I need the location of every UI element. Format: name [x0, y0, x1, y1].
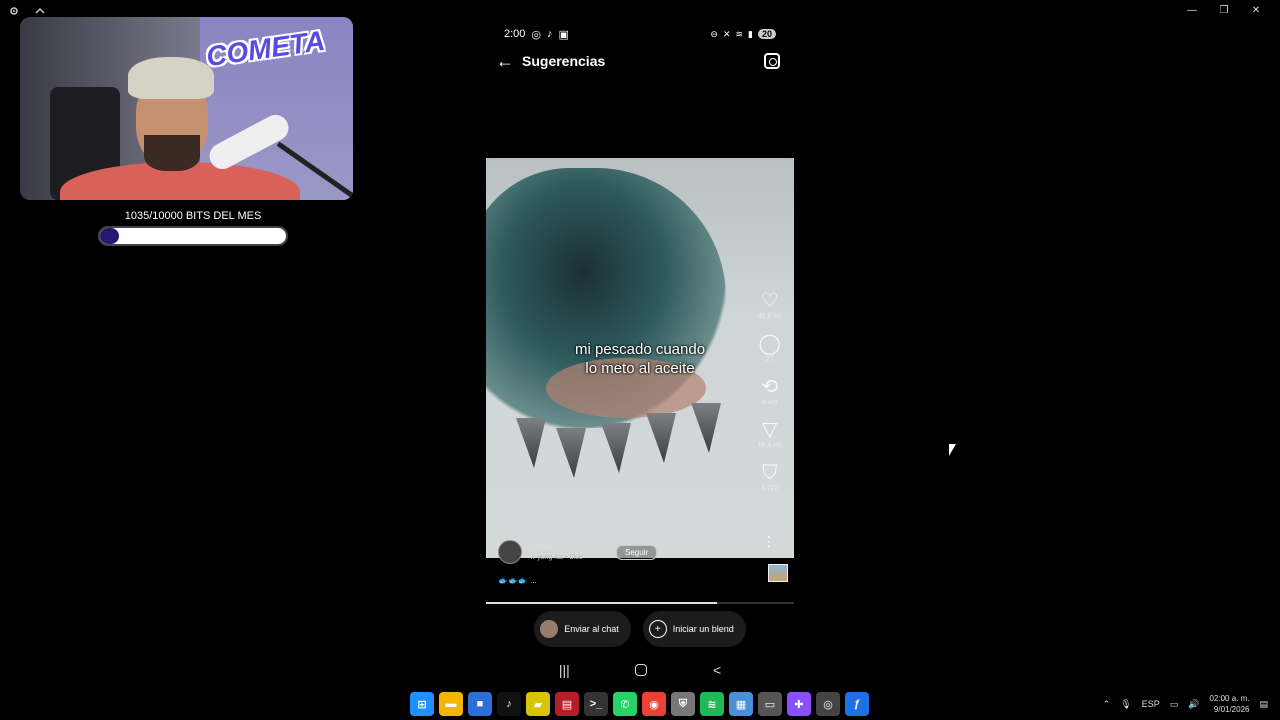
bits-goal-fill — [100, 228, 120, 244]
taskbar-scrcpy-icon[interactable]: ƒ — [845, 692, 869, 716]
taskbar-shield-icon[interactable]: ⛨ — [671, 692, 695, 716]
mouse-cursor — [949, 444, 956, 456]
taskbar-apps: ⊞ ▬ ■ ♪ ▰ ▤ >_ ✆ ◉ ⛨ ≋ ▦ ▭ ✚ ◎ ƒ — [410, 692, 869, 716]
page-title: Sugerencias — [522, 53, 606, 69]
song-info[interactable]: ♫ yung kai • blue — [530, 554, 583, 561]
taskbar-game-icon[interactable]: ✚ — [787, 692, 811, 716]
taskbar-spotify-icon[interactable]: ≋ — [700, 692, 724, 716]
signal-icon: ▮ — [748, 28, 753, 39]
screen: — ❐ ✕ COMETA 1035/10000 BITS DEL MES 2:0… — [0, 0, 1280, 720]
phone-status-bar: 2:00 ◎ ♪ ▣ ⊖ ✕ ≋ ▮ 20 — [486, 25, 794, 43]
repost-button[interactable]: ⟲ 4,4m — [761, 377, 778, 406]
bits-goal-bar — [98, 226, 288, 246]
window-controls: — ❐ ✕ — [1176, 2, 1272, 18]
share-button[interactable]: ▽ 16,4 mil — [757, 420, 782, 449]
dnd-icon: ⊖ — [710, 28, 718, 39]
taskbar-chrome-icon[interactable]: ◉ — [642, 692, 666, 716]
start-blend-button[interactable]: + Iniciar un blend — [642, 611, 746, 647]
follow-button[interactable]: Seguir — [616, 545, 658, 560]
taskbar-obs-icon[interactable]: ◎ — [816, 692, 840, 716]
bookmark-icon: ⛉ — [762, 462, 778, 484]
send-icon: ▽ — [762, 419, 778, 441]
video-progress-bar[interactable] — [486, 602, 794, 604]
minimize-button[interactable]: — — [1176, 2, 1208, 18]
save-button[interactable]: ⛉ 3,720 — [761, 463, 779, 492]
taskbar-store-icon[interactable]: ■ — [468, 692, 492, 716]
reel-video[interactable]: mi pescado cuando lo meto al aceite ♡ 88,… — [486, 158, 794, 558]
comment-icon: ◯ — [758, 333, 781, 355]
reel-side-actions: ♡ 88,8 mil ◯ 27 ⟲ 4,4m ▽ 16,4 mil ⛉ 3,720 — [757, 291, 782, 492]
send-to-chat-button[interactable]: Enviar al chat — [534, 611, 631, 647]
volume-icon[interactable]: 🔊 — [1188, 699, 1199, 710]
close-button[interactable]: ✕ — [1240, 2, 1272, 18]
battery-badge: 20 — [757, 29, 776, 39]
taskbar-voice-meter-icon[interactable]: ▤ — [555, 692, 579, 716]
taskbar-whatsapp-icon[interactable]: ✆ — [613, 692, 637, 716]
taskbar-app-window-icon[interactable]: ▭ — [758, 692, 782, 716]
avatar[interactable] — [498, 540, 522, 564]
back-arrow-icon[interactable]: ← — [486, 51, 520, 72]
recents-button[interactable]: ||| — [559, 662, 570, 678]
video-progress-fill — [486, 602, 717, 604]
instagram-icon: ◎ — [531, 28, 542, 41]
taskbar-file-explorer-icon[interactable]: ▬ — [439, 692, 463, 716]
microphone-tray-icon[interactable]: 🎙 — [1120, 699, 1131, 710]
android-nav-bar: ||| < — [486, 651, 794, 688]
video-caption: mi pescado cuando lo meto al aceite — [574, 341, 706, 377]
phone-mirror: 2:00 ◎ ♪ ▣ ⊖ ✕ ≋ ▮ 20 ← Sugerencias mi p… — [486, 21, 794, 688]
clock[interactable]: 02:00 a. m. 9/01/2026 — [1209, 693, 1249, 715]
taskbar-tiktok-icon[interactable]: ♪ — [497, 692, 521, 716]
taskbar-terminal-icon[interactable]: >_ — [584, 692, 608, 716]
notification-icon[interactable]: ▤ — [1259, 699, 1268, 710]
maximize-button[interactable]: ❐ — [1208, 2, 1240, 18]
camera-icon[interactable] — [764, 53, 780, 69]
taskbar-notes-icon[interactable]: ▰ — [526, 692, 550, 716]
wifi-icon: ≋ — [735, 28, 744, 39]
comment-button[interactable]: ◯ 27 — [759, 334, 781, 363]
heart-icon: ♡ — [760, 290, 779, 312]
reel-author: jocs.k ♫ yung kai • blue Seguir — [498, 540, 788, 582]
twitch-icon: ▣ — [558, 28, 569, 41]
network-icon[interactable]: ▭ — [1170, 699, 1179, 710]
bottom-actions: Enviar al chat + Iniciar un blend — [486, 611, 794, 647]
taskbar: ⊞ ▬ ■ ♪ ▰ ▤ >_ ✆ ◉ ⛨ ≋ ▦ ▭ ✚ ◎ ƒ ⌃ 🎙 ESP ▭ 🔊 02:00 a. m… — [0, 688, 1280, 720]
nav-back-button[interactable]: < — [713, 662, 721, 678]
tiktok-icon: ♪ — [547, 28, 553, 40]
chat-avatar — [540, 620, 559, 638]
audio-thumbnail[interactable] — [768, 564, 788, 582]
chevron-up-icon[interactable]: ⌃ — [1103, 699, 1111, 710]
app-header: ← Sugerencias — [486, 47, 794, 75]
blend-icon: + — [648, 620, 667, 638]
status-time: 2:00 — [504, 28, 526, 40]
taskbar-app-grid-icon[interactable]: ▦ — [729, 692, 753, 716]
system-tray: ⌃ 🎙 ESP ▭ 🔊 02:00 a. m. 9/01/2026 ▤ — [1103, 692, 1268, 716]
window-top-left-controls — [8, 4, 46, 16]
language-indicator[interactable]: ESP — [1142, 699, 1160, 709]
home-button[interactable] — [635, 663, 648, 676]
author-username[interactable]: jocs.k — [530, 542, 553, 551]
repost-icon: ⟲ — [761, 376, 779, 398]
pin-icon[interactable] — [34, 4, 46, 16]
mute-icon: ✕ — [722, 28, 731, 39]
settings-icon[interactable] — [8, 4, 20, 16]
taskbar-start-icon[interactable]: ⊞ — [410, 692, 434, 716]
bits-goal-label: 1035/10000 BITS DEL MES — [124, 210, 262, 222]
reel-description[interactable]: 🐟🐟🐟 ... — [498, 576, 537, 585]
webcam-feed: COMETA — [20, 17, 353, 200]
like-button[interactable]: ♡ 88,8 mil — [757, 291, 782, 320]
